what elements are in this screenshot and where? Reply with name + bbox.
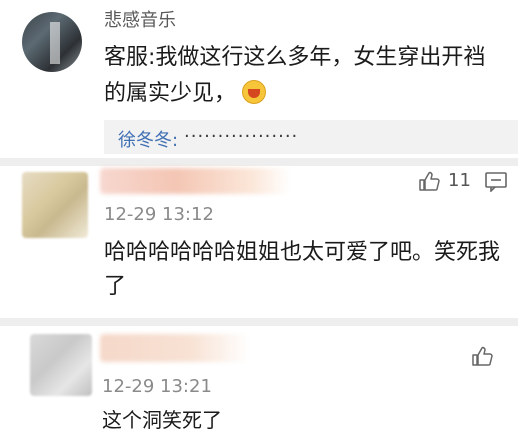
separator	[0, 158, 518, 166]
comment-2-text: 哈哈哈哈哈哈姐姐也太可爱了吧。笑死我了	[104, 240, 501, 299]
comment-2-avatar[interactable]	[22, 172, 88, 238]
comment-3-time: 12-29 13:21	[102, 376, 212, 397]
reply-preview[interactable]: 徐冬冬: ·················	[104, 120, 518, 154]
top-comment-username[interactable]: 悲感音乐	[104, 6, 176, 32]
thumbs-up-icon[interactable]	[470, 345, 494, 367]
thumbs-up-icon[interactable]	[417, 170, 441, 192]
laughing-emoji-icon	[242, 80, 267, 104]
top-comment-body: 客服:我做这行这么多年，女生穿出开裆的属实少见，	[104, 45, 486, 106]
top-comment-text: 客服:我做这行这么多年，女生穿出开裆的属实少见，	[104, 40, 498, 112]
comment-2-like-count: 11	[448, 170, 471, 191]
comment-3-avatar[interactable]	[30, 334, 92, 396]
comment-3-username-blurred	[100, 334, 250, 362]
reply-text: ·················	[184, 126, 299, 147]
comment-2-username-blurred	[100, 168, 290, 194]
separator	[0, 318, 518, 326]
comment-icon[interactable]	[484, 170, 508, 192]
comment-2-time: 12-29 13:12	[104, 204, 214, 225]
top-comment-avatar[interactable]	[22, 12, 82, 72]
reply-username[interactable]: 徐冬冬:	[118, 126, 178, 152]
comment-3-text: 这个洞笑死了	[102, 408, 222, 432]
